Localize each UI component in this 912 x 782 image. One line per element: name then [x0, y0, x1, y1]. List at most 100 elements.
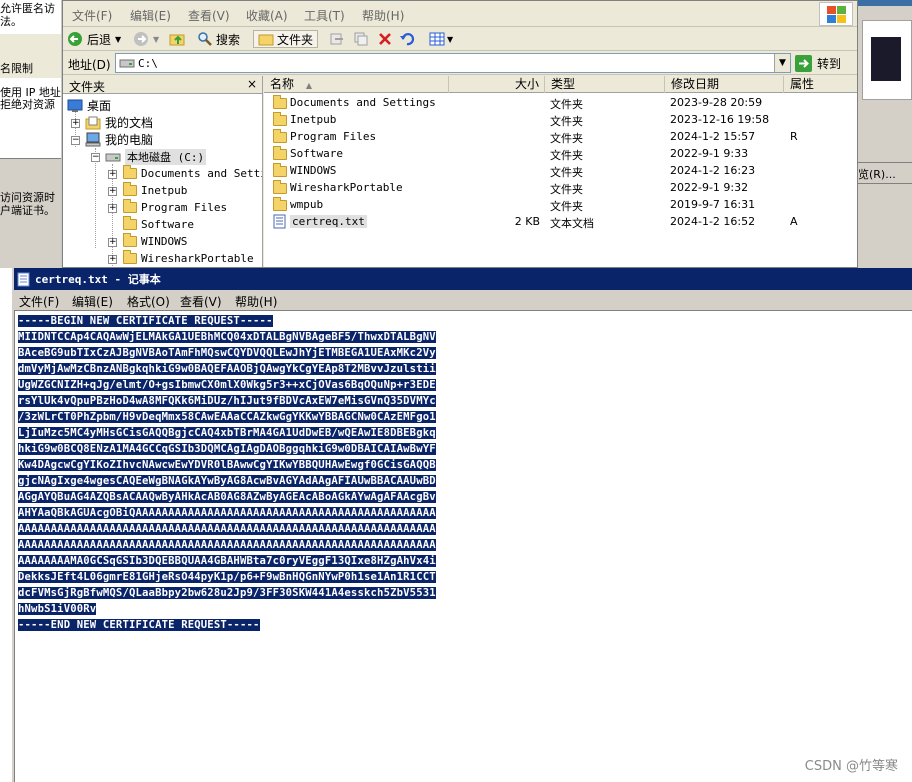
expand-plus-icon[interactable]: + [108, 255, 117, 264]
address-bar: 地址(D) C:\ ▼ 转到 [63, 51, 857, 75]
column-header-attributes[interactable]: 属性 [784, 76, 857, 93]
text-line: -----END NEW CERTIFICATE REQUEST----- [18, 619, 260, 631]
file-row[interactable]: Software 文件夹 2022-9-1 9:33 [264, 145, 857, 162]
collapse-minus-icon[interactable]: − [71, 136, 80, 145]
column-header-type[interactable]: 类型 [545, 76, 665, 93]
address-field[interactable]: C:\ ▼ [115, 53, 791, 73]
move-to-button[interactable] [329, 30, 345, 48]
file-row[interactable]: wmpub 文件夹 2019-9-7 16:31 [264, 196, 857, 213]
menu-favorites[interactable]: 收藏(A) [246, 7, 288, 24]
copy-to-button[interactable] [353, 30, 369, 48]
collapse-minus-icon[interactable]: − [91, 153, 100, 162]
tree-item-local-disk[interactable]: 本地磁盘 (C:) [105, 148, 207, 165]
text-line: UgWZGCNIZH+qJg/elmt/O+gsIbmwCX0mlX0Wkg5r… [18, 379, 436, 391]
undo-button[interactable] [399, 30, 415, 48]
text-line: DekksJEft4L06gmrE81GHjeRsO44pyK1p/p6+F9w… [18, 571, 436, 583]
text-line: hkiG9w0BCQ8ENzA1MA4GCCqGSIb3DQMCAgIAgDAO… [18, 443, 436, 455]
windows-logo-icon [819, 2, 853, 26]
bg-browse-button: 览(R)... [858, 168, 896, 181]
expand-plus-icon[interactable]: + [108, 187, 117, 196]
tree-item-windows[interactable]: WINDOWS [123, 233, 187, 250]
column-header-size[interactable]: 大小 [449, 76, 545, 93]
expand-plus-icon[interactable]: + [108, 204, 117, 213]
forward-dropdown-icon[interactable]: ▼ [153, 35, 159, 44]
tree-item-wiresharkportable[interactable]: WiresharkPortable [123, 250, 254, 267]
folder-icon [273, 112, 287, 126]
background-window-right: 览(R)... [858, 0, 912, 268]
delete-x-icon [379, 33, 391, 45]
notepad-text-area[interactable]: -----BEGIN NEW CERTIFICATE REQUEST----- … [14, 310, 912, 782]
tree-item-desktop[interactable]: 桌面 [67, 97, 111, 114]
np-menu-edit[interactable]: 编辑(E) [72, 293, 113, 310]
up-folder-button[interactable] [169, 30, 186, 48]
address-dropdown-icon[interactable]: ▼ [774, 54, 790, 72]
tree-item-inetpub[interactable]: Inetpub [123, 182, 187, 199]
notepad-titlebar[interactable]: certreq.txt - 记事本 [14, 268, 912, 290]
bg-lower-panel: 访问资源时 户端证书。 [0, 158, 61, 268]
column-header-date[interactable]: 修改日期 [665, 76, 784, 93]
forward-arrow-icon [134, 32, 148, 46]
text-line: -----BEGIN NEW CERTIFICATE REQUEST----- [18, 315, 273, 327]
address-value: C:\ [138, 57, 158, 70]
folder-pane-title: 文件夹 [69, 80, 106, 94]
text-line: Kw4DAgcwCgYIKoZIhvcNAwcwEwYDVR0lBAwwCgYI… [18, 459, 436, 471]
move-to-icon [330, 33, 343, 45]
go-button[interactable]: 转到 [795, 53, 841, 73]
menu-view[interactable]: 查看(V) [188, 7, 230, 24]
expand-plus-icon[interactable]: + [108, 238, 117, 247]
np-menu-file[interactable]: 文件(F) [19, 293, 59, 310]
desktop-icon [67, 99, 83, 112]
go-arrow-icon [795, 54, 812, 72]
file-row[interactable]: WINDOWS 文件夹 2024-1-2 16:23 [264, 162, 857, 179]
notepad-window: certreq.txt - 记事本 文件(F) 编辑(E) 格式(O) 查看(V… [12, 268, 912, 782]
bg-text: 拒绝对资源 [0, 98, 55, 111]
menu-file[interactable]: 文件(F) [72, 7, 112, 24]
back-button[interactable]: 后退 ▼ [67, 30, 121, 48]
np-menu-format[interactable]: 格式(O) [127, 293, 170, 310]
my-documents-icon [85, 116, 101, 129]
file-row[interactable]: WiresharkPortable 文件夹 2022-9-1 9:32 [264, 179, 857, 196]
notepad-icon [17, 272, 30, 286]
text-line: /3zWLrCT0PhZpbm/H9vDeqMmx58CAwEAAaCCAZkw… [18, 411, 436, 423]
explorer-menubar: 文件(F) 编辑(E) 查看(V) 收藏(A) 工具(T) 帮助(H) [63, 1, 857, 27]
np-menu-view[interactable]: 查看(V) [180, 293, 222, 310]
text-line: MIIDNTCCAp4CAQAwWjELMAkGA1UEBhMCQ04xDTAL… [18, 331, 436, 343]
tree-item-my-computer[interactable]: 我的电脑 [85, 131, 153, 148]
bg-button-row: 览(R)... [858, 162, 912, 184]
explorer-window: 文件(F) 编辑(E) 查看(V) 收藏(A) 工具(T) 帮助(H) 后退 ▼… [62, 0, 858, 268]
address-label: 地址(D) [68, 58, 111, 72]
search-button[interactable]: 搜索 [197, 30, 240, 48]
forward-button[interactable]: ▼ [133, 30, 159, 48]
file-row[interactable]: Documents and Settings 文件夹 2023-9-28 20:… [264, 94, 857, 111]
file-list-header: 名称 ▲ 大小 类型 修改日期 属性 [264, 76, 857, 93]
menu-help[interactable]: 帮助(H) [362, 7, 404, 24]
text-line: AAAAAAAAAAAAAAAAAAAAAAAAAAAAAAAAAAAAAAAA… [18, 539, 436, 551]
folder-icon [273, 180, 287, 194]
np-menu-help[interactable]: 帮助(H) [235, 293, 277, 310]
text-line: dmVyMjAwMzCBnzANBgkqhkiG9w0BAQEFAAOBjQAw… [18, 363, 436, 375]
text-line: AAAAAAAAMA0GCSqGSIb3DQEBBQUAA4GBAHWBta7c… [18, 555, 436, 567]
menu-edit[interactable]: 编辑(E) [130, 7, 171, 24]
expand-plus-icon[interactable]: + [108, 170, 117, 179]
back-dropdown-icon[interactable]: ▼ [115, 35, 121, 44]
views-button[interactable]: ▼ [429, 30, 453, 48]
text-line: BAceBG9ubTIxCzAJBgNVBAoTAmFhMQswCQYDVQQL… [18, 347, 436, 359]
folders-button[interactable]: 文件夹 [253, 30, 319, 48]
close-icon[interactable]: × [247, 77, 257, 91]
folder-icon [123, 182, 137, 196]
text-line: rsYlUk4vQpuPBzHoD4wA8MFQKk6MiDUz/hIJut9f… [18, 395, 436, 407]
tree-item-my-documents[interactable]: 我的文档 [85, 114, 153, 131]
file-row[interactable]: Program Files 文件夹 2024-1-2 15:57 R [264, 128, 857, 145]
delete-button[interactable] [377, 30, 393, 48]
certificate-text: -----BEGIN NEW CERTIFICATE REQUEST----- … [18, 313, 436, 633]
file-row[interactable]: certreq.txt 2 KB 文本文档 2024-1-2 16:52 A [264, 213, 857, 230]
column-header-name[interactable]: 名称 ▲ [264, 76, 449, 93]
tree-item-documents-and-settings[interactable]: Documents and Setti [123, 165, 262, 182]
menu-tools[interactable]: 工具(T) [304, 7, 345, 24]
tree-item-program-files[interactable]: Program Files [123, 199, 227, 216]
bg-text: 名限制 [0, 62, 33, 75]
bg-panel [862, 20, 912, 100]
expand-plus-icon[interactable]: + [71, 119, 80, 128]
tree-item-software[interactable]: Software [123, 216, 194, 233]
file-row[interactable]: Inetpub 文件夹 2023-12-16 19:58 [264, 111, 857, 128]
